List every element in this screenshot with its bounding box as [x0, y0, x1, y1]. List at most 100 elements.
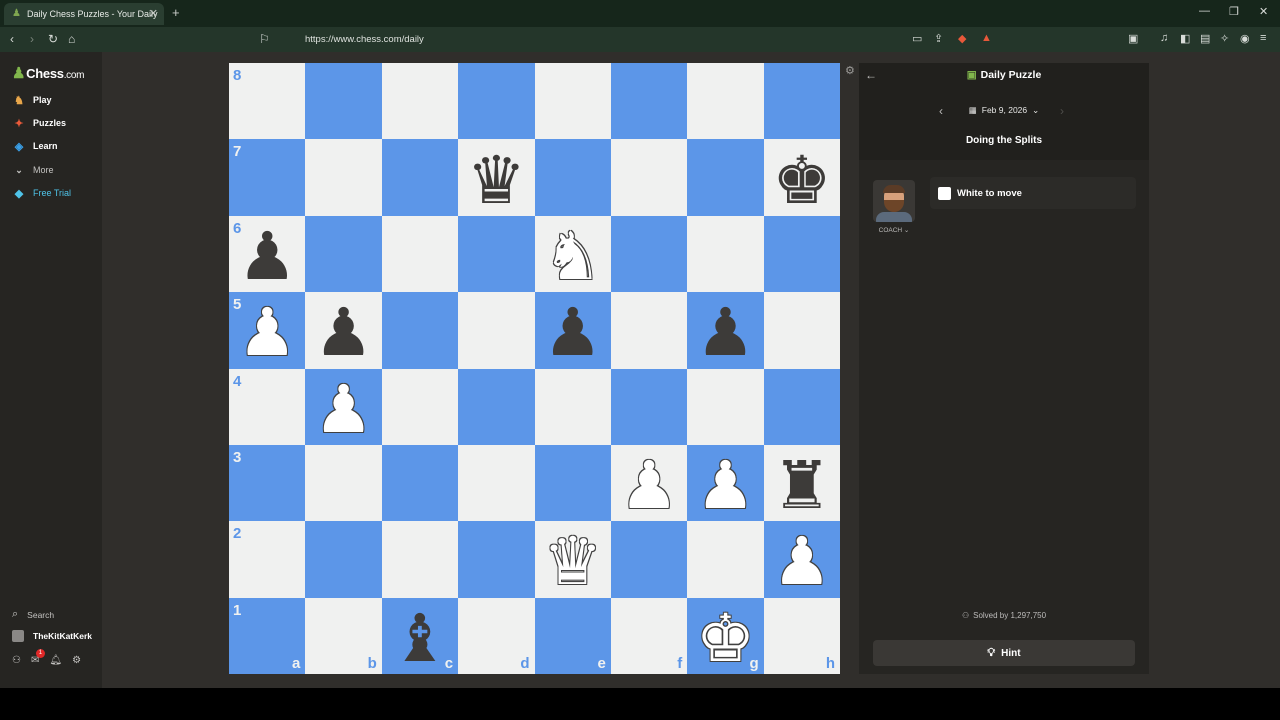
sidebar-user[interactable]: TheKitKatKerk — [12, 630, 92, 642]
square-e1[interactable]: e — [534, 597, 611, 674]
close-window-button[interactable]: ✕ — [1259, 5, 1268, 18]
square-a4[interactable]: 4 — [229, 368, 306, 445]
square-a7[interactable]: 7 — [229, 139, 306, 216]
black-pawn-icon[interactable]: ♟ — [238, 223, 297, 290]
square-d3[interactable] — [458, 444, 535, 522]
home-button[interactable]: ⌂ — [68, 32, 75, 46]
square-b1[interactable]: b — [305, 597, 382, 674]
menu-icon[interactable]: ≡ — [1260, 32, 1266, 44]
white-queen-icon[interactable]: ♛ — [543, 529, 602, 595]
new-tab-button[interactable]: + — [172, 5, 180, 20]
square-e6[interactable]: ♞ — [534, 215, 611, 293]
shield-icon[interactable]: ◆ — [958, 32, 966, 45]
square-b3[interactable] — [305, 444, 382, 522]
square-g8[interactable] — [687, 63, 764, 140]
date-selector[interactable]: ▦ Feb 9, 2026 ⌄ — [859, 105, 1149, 116]
square-c6[interactable] — [381, 215, 459, 293]
coach-selector[interactable]: COACH ⌄ — [873, 180, 915, 234]
square-g7[interactable] — [687, 139, 764, 216]
ai-icon[interactable]: ✧ — [1220, 32, 1229, 45]
friends-icon[interactable]: ⚇ — [12, 655, 21, 666]
square-b7[interactable] — [305, 139, 382, 216]
square-c7[interactable] — [381, 139, 459, 216]
board-settings-icon[interactable]: ⚙ — [845, 64, 855, 77]
square-f4[interactable] — [610, 368, 688, 445]
music-icon[interactable]: ♫ — [1160, 32, 1168, 44]
square-c1[interactable]: c ♝ — [381, 597, 459, 674]
square-d6[interactable] — [458, 215, 535, 293]
square-e7[interactable] — [534, 139, 611, 216]
sidebar-search[interactable]: ⌕ Search — [12, 608, 54, 621]
share-icon[interactable]: ⇪ — [934, 32, 943, 45]
square-g4[interactable] — [687, 368, 764, 445]
chess-logo[interactable]: ♟Chess.com — [12, 64, 84, 82]
square-f7[interactable] — [610, 139, 688, 216]
square-c8[interactable] — [381, 63, 459, 140]
forward-button[interactable]: › — [30, 32, 34, 46]
square-c5[interactable] — [381, 292, 459, 369]
square-h6[interactable] — [763, 215, 840, 293]
cast-icon[interactable]: ▭ — [912, 32, 922, 45]
square-f5[interactable] — [610, 292, 688, 369]
square-f2[interactable] — [610, 521, 688, 598]
white-king-icon[interactable]: ♚ — [696, 605, 755, 672]
sidebar-toggle-icon[interactable]: ▣ — [1128, 32, 1138, 45]
square-f8[interactable] — [610, 63, 688, 140]
bell-icon[interactable]: 🔔︎ — [49, 655, 62, 666]
square-e8[interactable] — [534, 63, 611, 140]
square-b2[interactable] — [305, 521, 382, 598]
square-a3[interactable]: 3 — [229, 444, 306, 522]
panel-icon[interactable]: ◧ — [1180, 32, 1190, 45]
sidebar-item-learn[interactable]: ◈ Learn — [12, 138, 58, 154]
vpn-icon[interactable]: ◉ — [1240, 32, 1250, 45]
white-pawn-icon[interactable]: ♟ — [238, 300, 297, 366]
square-c2[interactable] — [381, 521, 459, 598]
square-c4[interactable] — [381, 368, 459, 445]
square-h7[interactable]: ♚ — [763, 139, 840, 216]
white-pawn-icon[interactable]: ♟ — [696, 453, 755, 519]
square-f3[interactable]: ♟ — [610, 444, 688, 522]
square-h5[interactable] — [763, 292, 840, 369]
square-h1[interactable]: h — [763, 597, 840, 674]
square-h2[interactable]: ♟ — [763, 521, 840, 598]
square-e5[interactable]: ♟ — [534, 292, 611, 369]
sidebar-item-free-trial[interactable]: ◆ Free Trial — [12, 185, 71, 201]
square-e3[interactable] — [534, 444, 611, 522]
black-queen-icon[interactable]: ♛ — [467, 147, 526, 214]
square-b4[interactable]: ♟ — [305, 368, 382, 445]
wallet-icon[interactable]: ▤ — [1200, 32, 1210, 45]
black-pawn-icon[interactable]: ♟ — [543, 300, 602, 366]
close-tab-icon[interactable]: ✕ — [149, 7, 158, 20]
reload-button[interactable]: ↻ — [48, 32, 58, 46]
white-pawn-icon[interactable]: ♟ — [772, 529, 831, 595]
chess-board[interactable]: 8 7 ♛ ♚ 6 ♟ ♞ 5 ♟ ♟ ♟ ♟ 4 ♟ 3 ♟ ♟ ♜ 2 ♛ ♟ 1 a b c ♝ d e f g ♚ h — [229, 63, 840, 674]
square-f1[interactable]: f — [610, 597, 688, 674]
black-bishop-icon[interactable]: ♝ — [390, 605, 449, 672]
sidebar-item-more[interactable]: ⌄ More — [12, 162, 53, 178]
rewards-icon[interactable]: ▲ — [981, 32, 992, 44]
browser-tab[interactable]: ♟ Daily Chess Puzzles - Your Daily ✕ — [4, 3, 164, 25]
square-g2[interactable] — [687, 521, 764, 598]
next-day-button[interactable]: › — [1060, 104, 1064, 118]
black-king-icon[interactable]: ♚ — [772, 147, 831, 214]
square-e4[interactable] — [534, 368, 611, 445]
square-g5[interactable]: ♟ — [687, 292, 764, 369]
black-pawn-icon[interactable]: ♟ — [696, 300, 755, 366]
square-a6[interactable]: 6 ♟ — [229, 215, 306, 293]
square-d1[interactable]: d — [458, 597, 535, 674]
square-a2[interactable]: 2 — [229, 521, 306, 598]
square-a1[interactable]: 1a — [229, 597, 306, 674]
square-d4[interactable] — [458, 368, 535, 445]
square-g6[interactable] — [687, 215, 764, 293]
square-d5[interactable] — [458, 292, 535, 369]
square-a8[interactable]: 8 — [229, 63, 306, 140]
white-pawn-icon[interactable]: ♟ — [619, 453, 678, 519]
maximize-button[interactable]: ❐ — [1229, 5, 1239, 18]
square-g3[interactable]: ♟ — [687, 444, 764, 522]
minimize-button[interactable]: — — [1199, 5, 1210, 17]
square-a5[interactable]: 5 ♟ — [229, 292, 306, 369]
square-h8[interactable] — [763, 63, 840, 140]
square-d2[interactable] — [458, 521, 535, 598]
back-button[interactable]: ‹ — [10, 32, 14, 46]
square-b8[interactable] — [305, 63, 382, 140]
